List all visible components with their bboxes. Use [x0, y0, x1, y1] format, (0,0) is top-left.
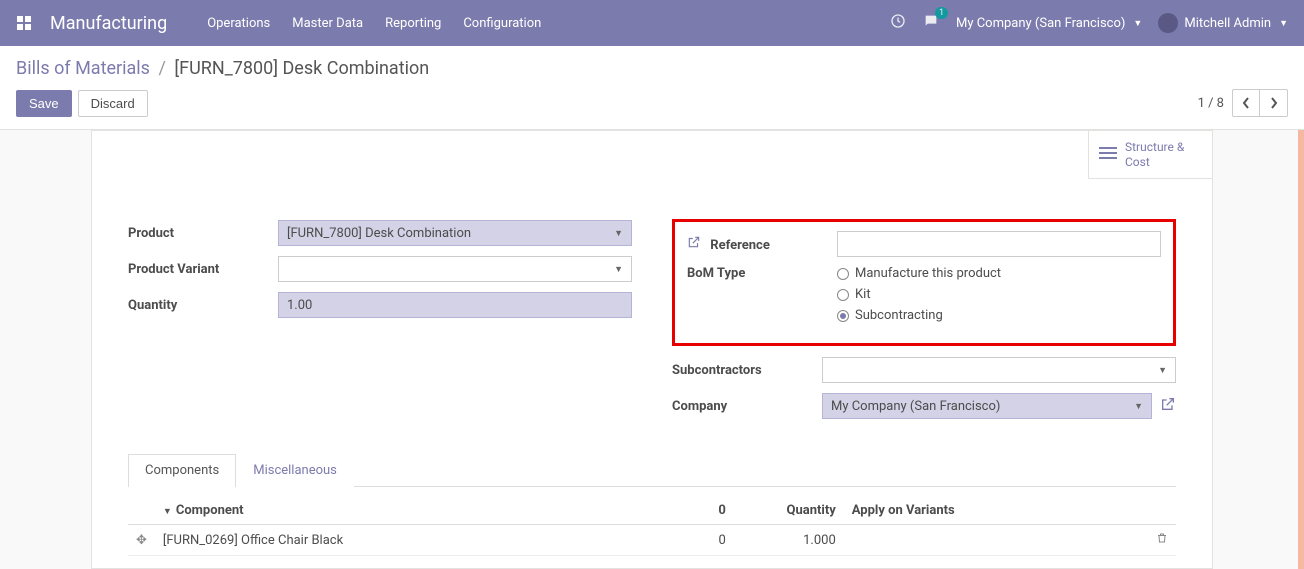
left-column: Product [FURN_7800] Desk Combination ▼ P…: [128, 219, 632, 428]
trash-icon[interactable]: [1156, 534, 1168, 549]
table-row[interactable]: ✥ [FURN_0269] Office Chair Black 0 1.000: [128, 525, 1176, 556]
reference-label: Reference: [687, 235, 837, 253]
menu-master-data[interactable]: Master Data: [292, 16, 363, 31]
th-drag: [128, 497, 155, 525]
cell-qty0[interactable]: 0: [654, 525, 734, 556]
subcontractors-field[interactable]: ▼: [822, 357, 1176, 383]
th-quantity[interactable]: Quantity: [734, 497, 844, 525]
company-field[interactable]: My Company (San Francisco) ▼: [822, 393, 1152, 419]
variant-field[interactable]: ▼: [278, 256, 632, 282]
pager-prev[interactable]: [1232, 89, 1260, 117]
discard-button[interactable]: Discard: [78, 90, 148, 117]
app-brand: Manufacturing: [50, 13, 167, 34]
top-navbar: Manufacturing Operations Master Data Rep…: [0, 0, 1304, 46]
bomtype-subcontracting[interactable]: Subcontracting: [837, 308, 1161, 323]
quantity-label: Quantity: [128, 298, 278, 313]
th-component[interactable]: ▼ Component: [155, 497, 654, 525]
structure-cost-label: Structure & Cost: [1125, 140, 1202, 169]
company-label: Company: [672, 399, 822, 414]
caret-down-icon: ▼: [1158, 365, 1167, 376]
caret-down-icon: ▼: [1133, 18, 1142, 29]
th-qty0[interactable]: 0: [654, 497, 734, 525]
cell-quantity[interactable]: 1.000: [734, 525, 844, 556]
caret-down-icon: ▼: [614, 264, 623, 275]
avatar: [1158, 13, 1178, 33]
external-link-icon[interactable]: [1160, 396, 1176, 416]
bomtype-kit[interactable]: Kit: [837, 287, 1161, 302]
right-column: Reference BoM Type Manufacture this prod…: [672, 219, 1176, 428]
company-name: My Company (San Francisco): [956, 16, 1125, 31]
subcontractors-label: Subcontractors: [672, 363, 822, 378]
breadcrumb-current: [FURN_7800] Desk Combination: [174, 58, 429, 79]
messaging-icon[interactable]: 1: [922, 13, 940, 33]
quantity-value: 1.00: [287, 298, 312, 313]
company-value: My Company (San Francisco): [831, 399, 1000, 414]
components-table: ▼Component 0 Quantity Apply on Variants …: [128, 497, 1176, 556]
save-button[interactable]: Save: [16, 90, 72, 117]
external-link-icon[interactable]: [687, 238, 704, 253]
variant-label: Product Variant: [128, 262, 278, 277]
sort-caret-icon: ▼: [163, 507, 172, 517]
right-edge-decoration: [1298, 130, 1304, 569]
menu-reporting[interactable]: Reporting: [385, 16, 441, 31]
pager: 1 / 8: [1198, 89, 1288, 117]
bomtype-kit-text: Kit: [855, 287, 871, 302]
radio-icon: [837, 289, 849, 301]
tab-miscellaneous[interactable]: Miscellaneous: [236, 454, 354, 487]
caret-down-icon: ▼: [1279, 18, 1288, 29]
th-variants[interactable]: Apply on Variants: [844, 497, 1146, 525]
user-menu[interactable]: Mitchell Admin ▼: [1158, 13, 1288, 33]
reference-input[interactable]: [837, 231, 1161, 257]
menu-configuration[interactable]: Configuration: [463, 16, 541, 31]
bomtype-manufacture[interactable]: Manufacture this product: [837, 266, 1161, 281]
control-panel: Bills of Materials / [FURN_7800] Desk Co…: [0, 46, 1304, 130]
bomtype-radios: Manufacture this product Kit Subcontract…: [837, 266, 1161, 323]
form-sheet: Structure & Cost Product [FURN_7800] Des…: [91, 130, 1213, 569]
caret-down-icon: ▼: [614, 228, 623, 239]
main-menu: Operations Master Data Reporting Configu…: [207, 16, 541, 31]
product-value: [FURN_7800] Desk Combination: [287, 226, 471, 241]
quantity-field[interactable]: 1.00: [278, 292, 632, 318]
reference-label-text: Reference: [710, 238, 770, 253]
messaging-badge: 1: [935, 7, 948, 19]
product-field[interactable]: [FURN_7800] Desk Combination ▼: [278, 220, 632, 246]
pager-next[interactable]: [1260, 89, 1288, 117]
list-icon: [1099, 146, 1117, 163]
caret-down-icon: ▼: [1134, 401, 1143, 412]
structure-cost-button[interactable]: Structure & Cost: [1088, 131, 1212, 179]
radio-icon-selected: [837, 310, 849, 322]
th-delete: [1146, 497, 1176, 525]
menu-operations[interactable]: Operations: [207, 16, 270, 31]
breadcrumb: Bills of Materials / [FURN_7800] Desk Co…: [16, 58, 1288, 79]
clock-icon[interactable]: [890, 13, 906, 33]
company-switcher[interactable]: My Company (San Francisco) ▼: [956, 16, 1142, 31]
radio-icon: [837, 268, 849, 280]
user-name: Mitchell Admin: [1184, 16, 1271, 31]
tab-components[interactable]: Components: [128, 454, 236, 487]
pager-text: 1 / 8: [1198, 96, 1224, 111]
cell-component[interactable]: [FURN_0269] Office Chair Black: [155, 525, 654, 556]
apps-icon[interactable]: [16, 15, 32, 31]
breadcrumb-root[interactable]: Bills of Materials: [16, 58, 150, 79]
drag-handle-icon[interactable]: ✥: [136, 533, 147, 548]
bom-type-highlight: Reference BoM Type Manufacture this prod…: [672, 219, 1176, 346]
bomtype-manufacture-text: Manufacture this product: [855, 266, 1001, 281]
product-label: Product: [128, 226, 278, 241]
th-component-text: Component: [176, 503, 244, 518]
cell-variants[interactable]: [844, 525, 1146, 556]
breadcrumb-separator: /: [158, 58, 165, 79]
tabs: Components Miscellaneous: [128, 454, 1176, 487]
bomtype-sub-text: Subcontracting: [855, 308, 943, 323]
bomtype-label: BoM Type: [687, 266, 837, 281]
